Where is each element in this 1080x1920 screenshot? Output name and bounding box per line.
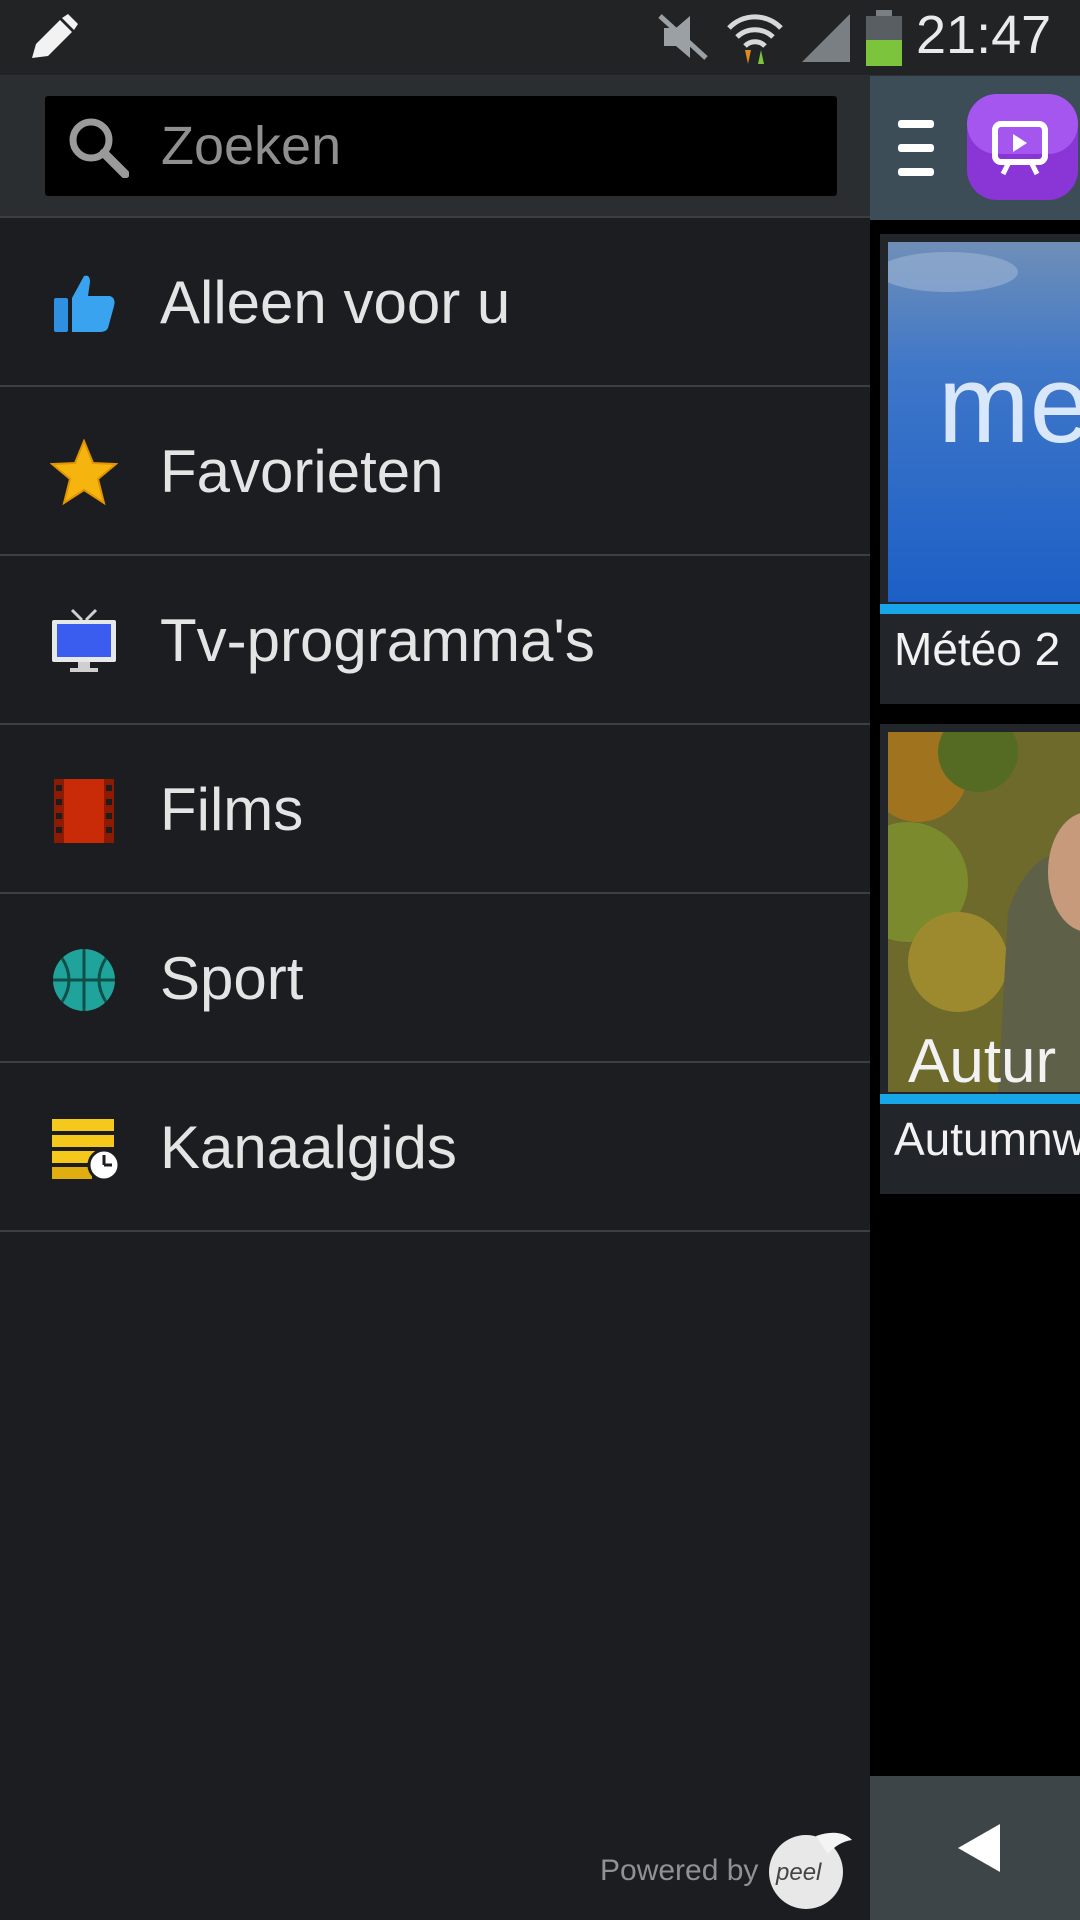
drawer-menu: Alleen voor u Favorieten Tv-programma's [0, 218, 870, 1232]
basketball-icon [53, 949, 115, 1011]
battery-icon [866, 10, 902, 66]
menu-item-sport[interactable]: Sport [0, 894, 870, 1063]
menu-item-films[interactable]: Films [0, 725, 870, 894]
app-logo-icon[interactable] [965, 92, 1080, 204]
pencil-icon [32, 14, 78, 58]
hamburger-menu-icon[interactable] [896, 116, 936, 180]
menu-item-label: Favorieten [160, 438, 444, 505]
bottom-navigation [870, 1776, 1080, 1920]
navigation-drawer: Alleen voor u Favorieten Tv-programma's [0, 76, 870, 1920]
film-icon [54, 779, 114, 843]
status-bar: 21:47 [0, 0, 1080, 76]
menu-item-label: Films [160, 776, 304, 843]
program-thumbnail: me [888, 242, 1080, 602]
back-icon[interactable] [956, 1822, 1002, 1874]
wifi-icon [727, 14, 783, 64]
search-input[interactable] [159, 110, 803, 182]
search-box[interactable] [45, 96, 837, 196]
menu-item-tv-programmas[interactable]: Tv-programma's [0, 556, 870, 725]
program-thumbnail: Autur [888, 732, 1080, 1092]
menu-item-label: Sport [160, 945, 304, 1012]
menu-item-label: Tv-programma's [160, 607, 595, 674]
search-icon [69, 118, 129, 178]
svg-text:peel: peel [775, 1859, 822, 1886]
mute-icon [658, 14, 708, 60]
program-card[interactable]: me Météo 2 [880, 234, 1080, 704]
program-title: Autumnw [894, 1113, 1080, 1165]
thumbs-up-icon [54, 275, 115, 332]
search-bar [0, 76, 870, 218]
action-bar [870, 76, 1080, 220]
signal-icon [802, 14, 850, 62]
peel-logo: peel [769, 1832, 852, 1909]
main-content: me Météo 2 Autur Autumnw [870, 76, 1080, 1920]
menu-item-alleen-voor-u[interactable]: Alleen voor u [0, 218, 870, 387]
channel-guide-icon [52, 1119, 118, 1182]
clock: 21:47 [916, 5, 1052, 65]
tv-icon [52, 608, 116, 672]
menu-item-label: Alleen voor u [160, 269, 511, 336]
menu-item-label: Kanaalgids [160, 1114, 457, 1181]
progress-bar [880, 604, 1080, 614]
powered-by-text: Powered by [600, 1854, 759, 1887]
star-icon [50, 439, 118, 506]
svg-text:me: me [938, 343, 1080, 466]
progress-bar [880, 1094, 1080, 1104]
program-title: Météo 2 [894, 623, 1061, 675]
program-card[interactable]: Autur Autumnw [880, 724, 1080, 1194]
menu-item-favorieten[interactable]: Favorieten [0, 387, 870, 556]
menu-item-kanaalgids[interactable]: Kanaalgids [0, 1063, 870, 1232]
svg-text:Autur: Autur [908, 1027, 1056, 1092]
